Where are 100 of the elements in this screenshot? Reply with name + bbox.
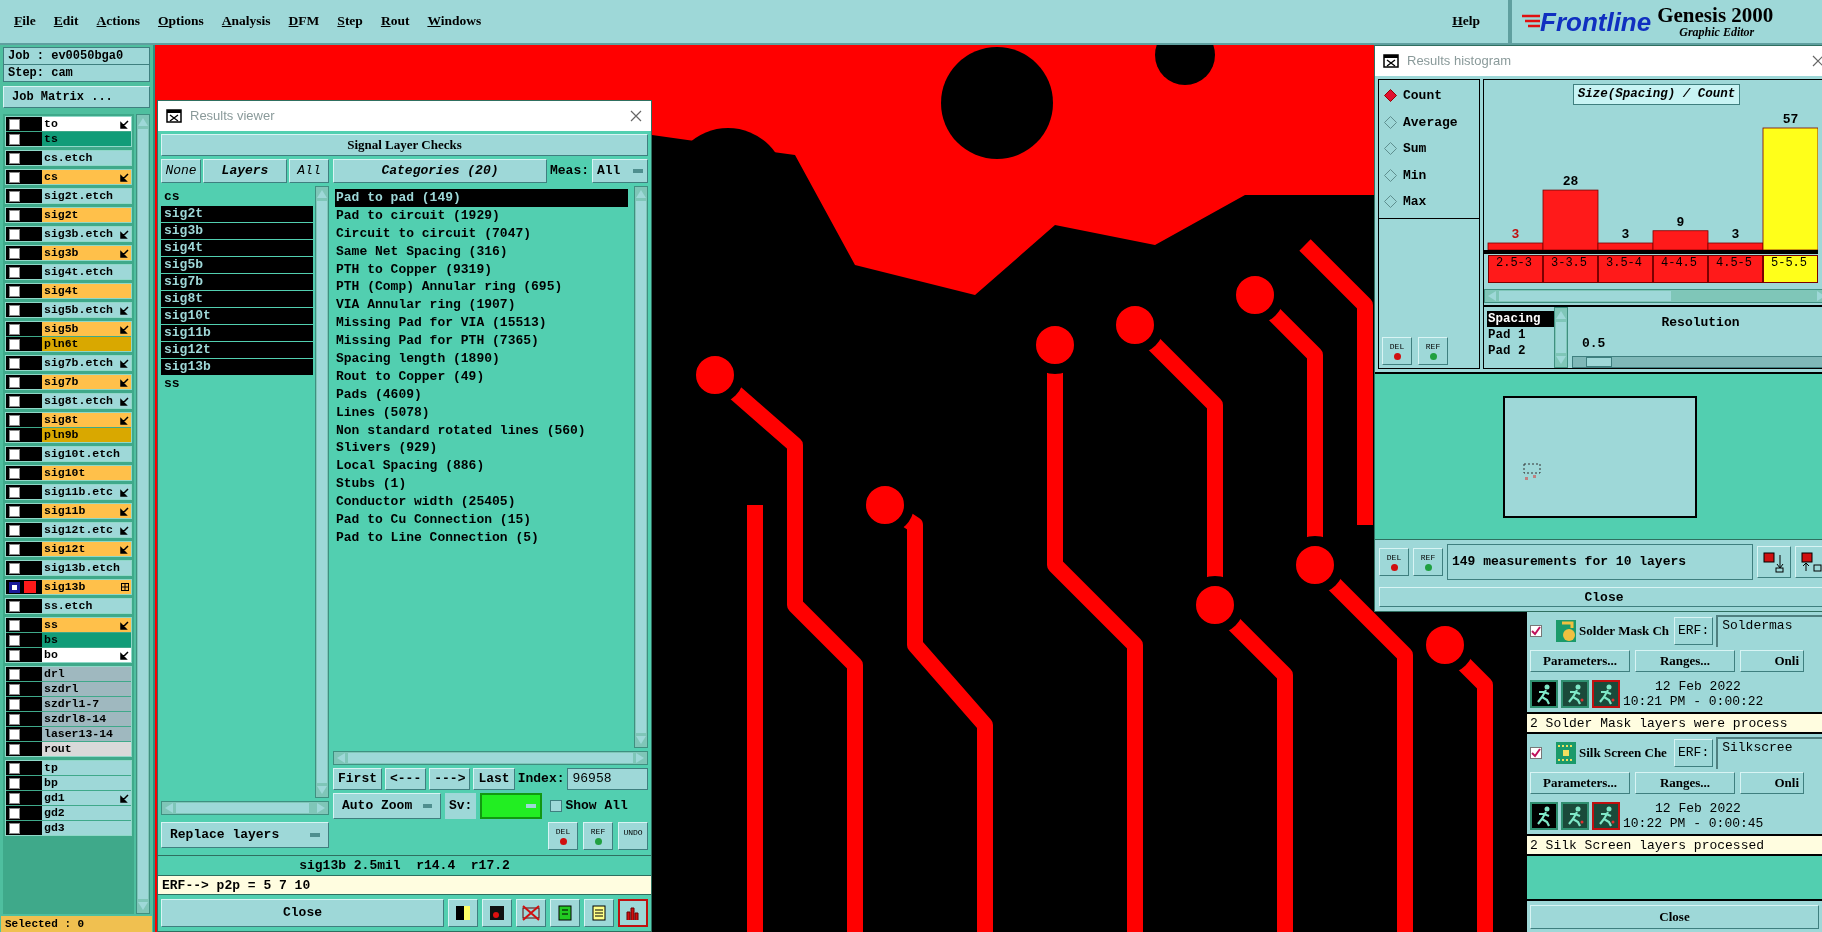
replace-mode-dropdown[interactable]: Replace layers — [161, 822, 329, 848]
result-layer-item[interactable]: sig8t — [161, 291, 313, 307]
category-item[interactable]: Missing Pad for VIA (15513) — [335, 314, 628, 333]
page-icon[interactable] — [550, 899, 580, 927]
tool-button[interactable]: UNDO — [618, 822, 648, 850]
result-layer-item[interactable]: sig7b — [161, 274, 313, 290]
layer-item[interactable]: sig3b — [42, 246, 131, 260]
radio-button[interactable] — [1384, 115, 1397, 129]
layer-item[interactable]: sig2t.etch — [42, 189, 131, 203]
running-figure-icon[interactable] — [1561, 680, 1589, 708]
layer-checkbox[interactable] — [9, 807, 20, 819]
layer-checkbox[interactable] — [9, 524, 20, 536]
layer-item[interactable]: sig2t — [42, 208, 131, 222]
running-figure-icon[interactable] — [1592, 802, 1620, 830]
menu-item[interactable]: Help — [1452, 11, 1480, 32]
layer-checkbox[interactable] — [9, 762, 20, 774]
layer-item[interactable]: bs — [42, 633, 131, 647]
tool-button[interactable]: REF — [583, 822, 613, 850]
category-item[interactable]: PTH (Comp) Annular ring (695) — [335, 278, 628, 297]
category-item[interactable]: Lines (5078) — [335, 403, 628, 422]
layer-stack-icon[interactable] — [448, 899, 478, 927]
check-option-button[interactable]: Ranges... — [1635, 650, 1735, 672]
layer-item[interactable]: sig13b.etch — [42, 561, 131, 575]
menu-item[interactable]: DFM — [288, 11, 320, 32]
layer-item[interactable]: cs.etch — [42, 151, 131, 165]
category-item[interactable]: Non standard rotated lines (560) — [335, 421, 628, 440]
tool-button[interactable]: DEL — [1379, 548, 1409, 576]
menu-item[interactable]: Analysis — [221, 11, 271, 32]
layer-checkbox[interactable] — [9, 683, 20, 695]
layer-item[interactable]: sig5b.etch — [42, 303, 131, 317]
check-toggle[interactable] — [1530, 747, 1542, 759]
check-toggle[interactable] — [1530, 625, 1542, 637]
close-button[interactable]: Close — [1530, 905, 1819, 929]
layer-checkbox[interactable] — [9, 668, 20, 680]
menu-item[interactable]: Options — [158, 11, 204, 32]
layer-checkbox[interactable] — [9, 338, 20, 350]
layer-checkbox[interactable] — [9, 713, 20, 725]
scrollbar[interactable] — [1484, 288, 1822, 303]
layer-item[interactable]: sig4t.etch — [42, 265, 131, 279]
layer-item[interactable]: szdrl1-7 — [42, 697, 131, 711]
categories-button[interactable]: Categories (20) — [333, 159, 547, 183]
layer-item[interactable]: sig7b — [42, 375, 131, 389]
layer-checkbox[interactable] — [9, 728, 20, 740]
result-layer-item[interactable]: sig3b — [161, 223, 313, 239]
layer-checkbox[interactable] — [9, 285, 20, 297]
layer-checkbox[interactable] — [9, 247, 20, 259]
close-button[interactable]: Close — [1379, 587, 1822, 607]
layer-checkbox[interactable] — [9, 743, 20, 755]
layer-item[interactable]: sig10t.etch — [42, 447, 131, 461]
running-figure-icon[interactable] — [1530, 802, 1558, 830]
layer-item[interactable]: gd1 — [42, 791, 131, 805]
layer-item[interactable]: drl — [42, 667, 131, 681]
category-item[interactable]: Stubs (1) — [335, 475, 628, 494]
erf-field[interactable]: Soldermas — [1716, 615, 1822, 647]
check-option-button[interactable]: Parameters... — [1530, 772, 1630, 794]
menu-item[interactable]: Windows — [427, 11, 482, 32]
result-layer-item[interactable]: sig12t — [161, 342, 313, 358]
tool-button[interactable]: REF — [1418, 337, 1448, 365]
layer-filter-button[interactable]: All — [289, 159, 329, 183]
layer-item[interactable]: ss.etch — [42, 599, 131, 613]
layer-item[interactable]: bo — [42, 648, 131, 662]
running-figure-icon[interactable] — [1561, 802, 1589, 830]
result-layer-item[interactable]: cs — [161, 189, 313, 205]
layer-checkbox[interactable] — [9, 792, 20, 804]
category-item[interactable]: VIA Annular ring (1907) — [335, 296, 628, 315]
layer-checkbox[interactable] — [9, 505, 20, 517]
layer-checkbox[interactable] — [9, 777, 20, 789]
crossed-icon[interactable] — [516, 899, 546, 927]
category-item[interactable]: Conductor width (25405) — [335, 493, 628, 512]
check-option-button[interactable]: Onli — [1740, 772, 1804, 794]
category-item[interactable]: Pads (4609) — [335, 385, 628, 404]
layer-item[interactable]: pln6t — [42, 337, 131, 351]
layer-item[interactable]: sig13b — [42, 580, 131, 594]
layer-item[interactable]: sig8t.etch — [42, 394, 131, 408]
layer-checkbox[interactable] — [9, 414, 20, 426]
radio-button[interactable] — [1384, 89, 1397, 103]
menu-item[interactable]: Edit — [53, 11, 79, 32]
result-layer-item[interactable]: sig4t — [161, 240, 313, 256]
layer-checkbox[interactable] — [9, 543, 20, 555]
category-item[interactable]: Rout to Copper (49) — [335, 367, 628, 386]
layer-checkbox[interactable] — [9, 429, 20, 441]
zoom-mode-dropdown[interactable]: Auto Zoom — [333, 793, 441, 819]
layer-item[interactable]: sig5b — [42, 322, 131, 336]
erf-button[interactable]: ERF: — [1674, 617, 1714, 645]
layer-checkbox[interactable] — [9, 209, 20, 221]
document-icon[interactable] — [584, 899, 614, 927]
nav-button[interactable]: Last — [473, 768, 515, 790]
nav-button[interactable]: <--- — [385, 768, 427, 790]
layer-checkbox[interactable] — [9, 171, 20, 183]
bar-chart-icon[interactable] — [618, 899, 648, 927]
category-item[interactable]: Same Net Spacing (316) — [335, 242, 628, 261]
layer-item[interactable]: sig12t — [42, 542, 131, 556]
layer-item[interactable]: tp — [42, 761, 131, 775]
scrollbar[interactable] — [634, 186, 648, 748]
result-layer-item[interactable]: sig5b — [161, 257, 313, 273]
layer-checkbox[interactable] — [9, 619, 20, 631]
layer-checkbox[interactable] — [9, 822, 20, 834]
layer-checkbox[interactable] — [9, 562, 20, 574]
layer-item[interactable]: bp — [42, 776, 131, 790]
layer-checkbox[interactable] — [9, 304, 20, 316]
